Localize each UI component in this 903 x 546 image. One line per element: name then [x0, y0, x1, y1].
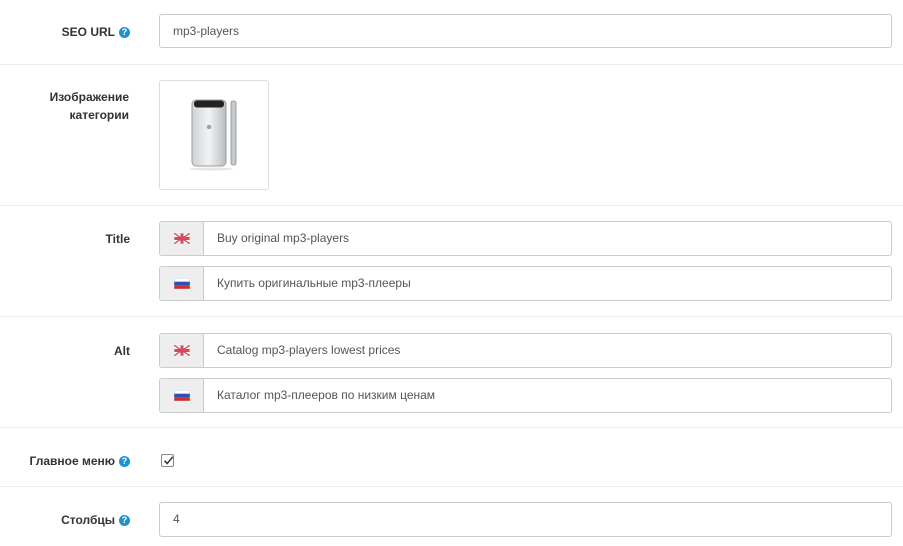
- help-icon[interactable]: ?: [119, 456, 130, 467]
- category-image-label-line2: категории: [69, 108, 129, 122]
- main-menu-row: Главное меню?: [0, 428, 903, 487]
- columns-input[interactable]: 4: [159, 502, 892, 537]
- category-form: SEO URL? mp3-players Изображение категор…: [0, 0, 903, 546]
- category-image-row: Изображение категории: [0, 65, 903, 206]
- uk-flag-icon: [160, 334, 204, 367]
- seo-url-row: SEO URL? mp3-players: [0, 0, 903, 65]
- alt-row: Alt Catalog mp3-players lowest prices Ка…: [0, 317, 903, 428]
- main-menu-checkbox[interactable]: [161, 454, 174, 467]
- category-image-thumbnail[interactable]: [159, 80, 269, 190]
- columns-row: Столбцы? 4: [0, 487, 903, 546]
- main-menu-label-text: Главное меню: [29, 454, 115, 468]
- alt-ru-group: Каталог mp3-плееров по низким ценам: [159, 378, 892, 413]
- ru-flag-icon: [160, 267, 204, 300]
- title-ru-group: Купить оригинальные mp3-плееры: [159, 266, 892, 301]
- seo-url-input[interactable]: mp3-players: [159, 14, 892, 48]
- alt-label-text: Alt: [114, 344, 130, 358]
- title-en-input[interactable]: Buy original mp3-players: [204, 222, 362, 255]
- main-menu-label: Главное меню?: [0, 428, 130, 486]
- help-icon[interactable]: ?: [119, 515, 130, 526]
- alt-en-group: Catalog mp3-players lowest prices: [159, 333, 892, 368]
- alt-label: Alt: [0, 317, 130, 427]
- columns-label-text: Столбцы: [61, 513, 115, 527]
- columns-label: Столбцы?: [0, 487, 130, 546]
- title-en-group: Buy original mp3-players: [159, 221, 892, 256]
- alt-ru-input[interactable]: Каталог mp3-плееров по низким ценам: [204, 379, 448, 412]
- category-image-label-line1: Изображение: [49, 90, 129, 104]
- mp3-player-image: [189, 99, 237, 171]
- uk-flag-icon: [160, 222, 204, 255]
- title-label-text: Title: [105, 232, 130, 246]
- checkmark-icon: [163, 456, 174, 465]
- title-row: Title Buy original mp3-players Купить ор…: [0, 206, 903, 317]
- title-ru-input[interactable]: Купить оригинальные mp3-плееры: [204, 267, 424, 300]
- ru-flag-icon: [160, 379, 204, 412]
- title-label: Title: [0, 206, 130, 316]
- alt-en-input[interactable]: Catalog mp3-players lowest prices: [204, 334, 413, 367]
